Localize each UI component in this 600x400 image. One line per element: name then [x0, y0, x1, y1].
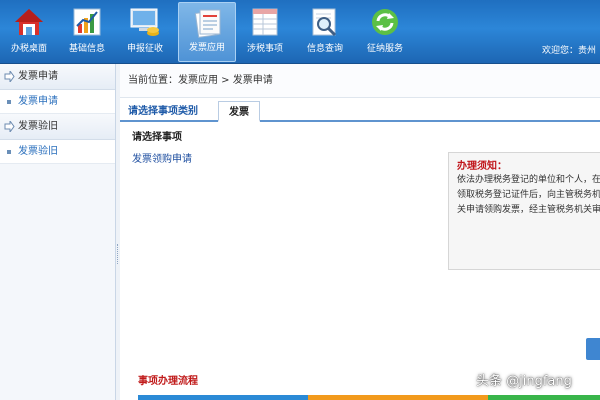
arrow-right-icon: [4, 121, 15, 132]
toolbar-label: 信息查询: [306, 44, 343, 54]
welcome-text: 欢迎您：贵州: [541, 46, 596, 56]
sidebar-group-invoice-apply[interactable]: 发票申请: [0, 64, 115, 90]
toolbar-label: 发票应用: [188, 43, 225, 53]
toolbar-label: 涉税事项: [246, 44, 283, 54]
tab-bar: 请选择事项类别 发票: [120, 98, 600, 122]
main-panel: 当前位置：发票应用 > 发票申请 请选择事项类别 发票 请选择事项 发票领购申请…: [120, 64, 600, 400]
sidebar-group-invoice-verify[interactable]: 发票验旧: [0, 114, 115, 140]
side-tab-button[interactable]: [586, 338, 600, 360]
toolbar-item-info-query[interactable]: 信息查询: [296, 2, 354, 62]
invoice-purchase-link[interactable]: 发票领购申请: [132, 150, 192, 165]
grip-icon: [117, 244, 119, 264]
monitor-coins-icon: [130, 8, 159, 36]
bar-chart-icon: [73, 8, 101, 36]
flow-title: 事项办理流程: [138, 376, 198, 387]
notice-box: 办理须知： 依法办理税务登记的单位和个人，在领取税务登记证件后，向主管税务机关申…: [448, 152, 600, 270]
bullet-icon: [7, 100, 11, 104]
arrow-right-icon: [4, 71, 15, 82]
flow-step-3: [488, 395, 600, 400]
toolbar-item-declaration[interactable]: 申报征收: [116, 2, 174, 62]
toolbar-item-basic-info[interactable]: 基础信息: [58, 2, 116, 62]
toolbar-label: 申报征收: [126, 44, 163, 54]
breadcrumb: 当前位置：发票应用 > 发票申请: [120, 64, 600, 98]
sidebar-item-label: 发票验旧: [18, 146, 58, 157]
toolbar-item-service[interactable]: 征纳服务: [356, 2, 414, 62]
sidebar-item-invoice-verify[interactable]: 发票验旧: [0, 140, 115, 164]
flow-step-2: [308, 395, 488, 400]
invoice-icon: [194, 9, 221, 38]
refresh-arrows-icon: [372, 9, 398, 35]
sidebar-group-label: 发票申请: [18, 71, 58, 82]
tab-invoice[interactable]: 发票: [218, 101, 260, 122]
sidebar: 发票申请 发票申请 发票验旧 发票验旧: [0, 64, 116, 400]
bullet-icon: [7, 150, 11, 154]
flow-step-1: [138, 395, 308, 400]
sidebar-group-label: 发票验旧: [18, 121, 58, 132]
toolbar-item-invoice-app[interactable]: 发票应用: [178, 2, 236, 62]
toolbar-item-tax-matters[interactable]: 涉税事项: [236, 2, 294, 62]
toolbar-label: 基础信息: [68, 44, 105, 54]
notice-text: 依法办理税务登记的单位和个人，在领取税务登记证件后，向主管税务机关申请领购发票，…: [457, 175, 600, 215]
tab-category[interactable]: 请选择事项类别: [120, 101, 206, 122]
toolbar-item-desktop[interactable]: 办税桌面: [0, 2, 58, 62]
sidebar-item-invoice-apply[interactable]: 发票申请: [0, 90, 115, 114]
form-grid-icon: [252, 8, 278, 36]
notice-title: 办理须知：: [457, 161, 507, 172]
sidebar-item-label: 发票申请: [18, 96, 58, 107]
house-icon: [15, 9, 43, 35]
toolbar-label: 征纳服务: [366, 44, 403, 54]
toolbar-label: 办税桌面: [10, 44, 47, 54]
watermark: 头条 @jingfang: [476, 374, 572, 389]
top-toolbar: 办税桌面 基础信息 申报征收 发票应用 涉税事项 信息查询 征纳服务 欢迎您：贵…: [0, 0, 600, 64]
section-title: 请选择事项: [132, 132, 182, 143]
magnifier-icon: [312, 8, 337, 37]
